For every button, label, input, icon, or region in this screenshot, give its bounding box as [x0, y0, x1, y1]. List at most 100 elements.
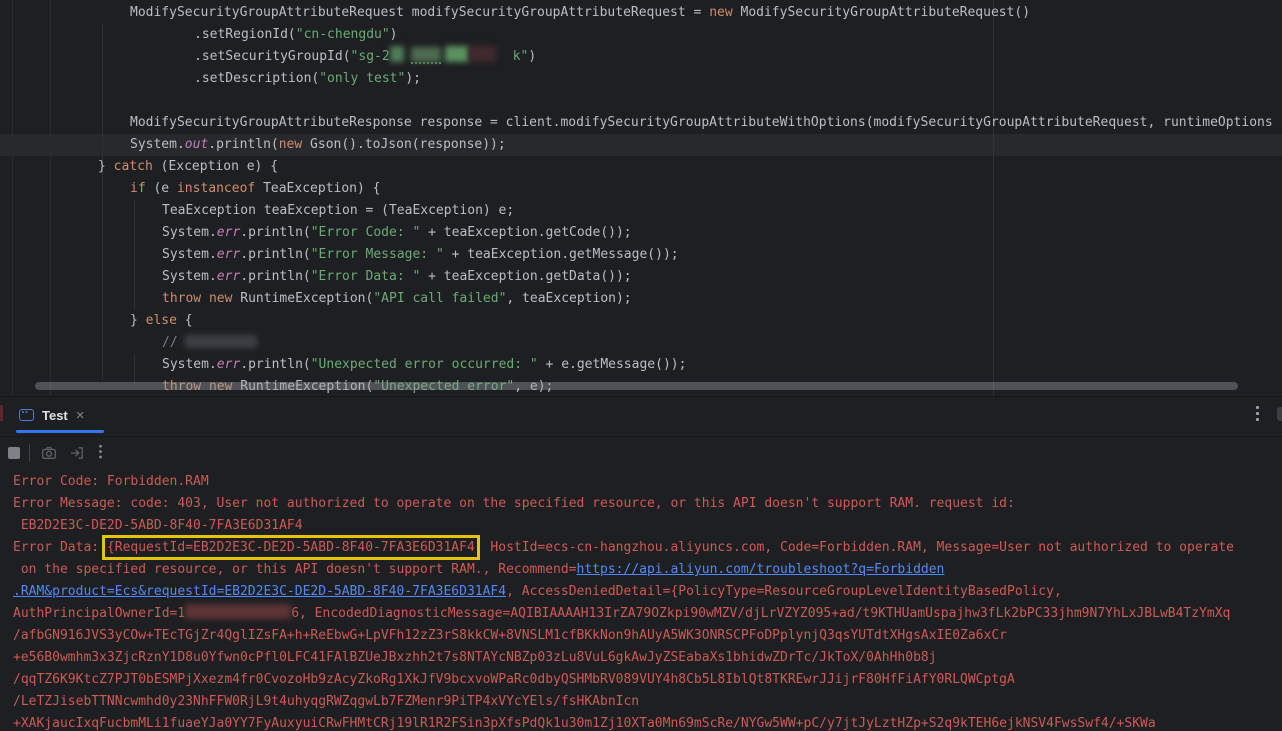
text-segment: EB2D2E3C-DE2D-5ABD-8F40-7FA3E6D31AF4 — [13, 518, 303, 533]
import-test-results-icon[interactable] — [68, 444, 85, 461]
text-segment: +XAKjaucIxqFucbmMLi1fuaeYJa0YY7FyAuxyuiC… — [13, 716, 1156, 731]
text-segment: "API call failed" — [373, 291, 507, 306]
code-line: System.err.println("Error Data: " + teaE… — [0, 266, 1282, 288]
run-tool-window: Test × Error Code: Forbidden.RAM Error Me… — [0, 396, 1282, 731]
run-console-icon — [19, 409, 34, 421]
text-segment: "Error Message: " — [310, 247, 444, 262]
code-line: if (e instanceof TeaException) { — [0, 178, 1282, 200]
text-segment: /LeTZJisebTTNNcwmhd0y23NhFFW0RjL9t4uhyqg… — [13, 694, 640, 709]
code-line: } else { — [0, 310, 1282, 332]
console-line: Error Data: {RequestId=EB2D2E3C-DE2D-5AB… — [13, 535, 1282, 560]
text-segment: + e.getMessage()); — [537, 357, 687, 372]
text-segment: ); — [405, 71, 421, 86]
console-line: on the specified resource, or this API d… — [13, 559, 1282, 581]
text-segment: err — [216, 247, 241, 262]
text-segment: new — [278, 137, 303, 152]
text-segment: System. — [162, 247, 217, 262]
text-segment: if — [130, 181, 146, 196]
code-line: // — [0, 332, 1282, 354]
text-segment: "only test" — [319, 71, 406, 86]
editor-horizontal-scrollbar[interactable] — [35, 382, 1238, 390]
more-options-icon[interactable] — [1256, 406, 1259, 423]
redacted-blur-underlined — [410, 47, 441, 64]
active-tab-indicator — [16, 430, 104, 433]
text-segment: ModifySecurityGroupAttributeRequest modi… — [130, 5, 710, 20]
toolbar-divider — [29, 443, 30, 462]
text-segment: RuntimeException( — [232, 291, 374, 306]
text-segment: .setDescription( — [194, 71, 320, 86]
text-segment: "Unexpected error occurred: " — [310, 357, 538, 372]
code-editor[interactable]: ModifySecurityGroupAttributeRequest modi… — [0, 0, 1282, 396]
console-line: +e56B0wmhm3x3ZjcRznY1D8u0Yfwn0cPfl0LFC41… — [13, 647, 1282, 669]
text-segment: { — [176, 313, 193, 328]
console-line: /afbGN916JVS3yCOw+TEcTGjZr4QglIZsFA+h+Re… — [13, 625, 1282, 647]
text-segment: instanceof — [176, 181, 256, 196]
redacted-blur — [185, 604, 292, 619]
console-line: EB2D2E3C-DE2D-5ABD-8F40-7FA3E6D31AF4 — [13, 515, 1282, 537]
console-toolbar — [0, 436, 1282, 468]
text-segment: // — [162, 335, 186, 350]
console-lines: Error Code: Forbidden.RAM Error Message: … — [13, 471, 1282, 731]
code-line: System.err.println("Error Code: " + teaE… — [0, 222, 1282, 244]
text-segment: /qqTZ6K9KtcZ7PJT0bESMPjXxezm4fr0CvozoHb9… — [13, 672, 1015, 687]
text-segment: .setSecurityGroupId( — [194, 49, 351, 64]
text-segment: System. — [162, 225, 217, 240]
text-segment: , teaException); — [506, 291, 632, 306]
text-segment: /afbGN916JVS3yCOw+TEcTGjZr4QglIZsFA+h+Re… — [13, 628, 1007, 643]
more-options-icon[interactable] — [99, 444, 102, 460]
console-line: /LeTZJisebTTNNcwmhd0y23NhFFW0RjL9t4uhyqg… — [13, 691, 1282, 713]
text-segment: out — [184, 137, 209, 152]
tab-label: Test — [42, 407, 68, 423]
text-segment: 6, EncodedDiagnosticMessage=AQIBIAAAAH13… — [291, 606, 1231, 621]
text-segment: } — [130, 313, 146, 328]
text-segment: .println( — [240, 269, 311, 284]
console-line: AuthPrincipalOwnerId=1 6, EncodedDiagnost… — [13, 603, 1282, 625]
close-icon[interactable]: × — [76, 408, 85, 423]
code-line: ModifySecurityGroupAttributeResponse res… — [0, 112, 1282, 134]
text-segment: err — [216, 225, 241, 240]
run-tabstrip: Test × — [0, 397, 1282, 436]
console-link[interactable]: .RAM&product=Ecs&requestId=EB2D2E3C-DE2D… — [13, 584, 506, 599]
text-segment: "cn-chengdu" — [295, 27, 390, 42]
text-segment: new — [208, 291, 233, 306]
stop-button[interactable] — [8, 446, 20, 459]
console-line: Error Message: code: 403, User not autho… — [13, 493, 1282, 515]
clipped-icon — [0, 405, 3, 421]
text-segment: , AccessDeniedDetail={PolicyType=Resourc… — [506, 584, 1062, 599]
screenshot-icon[interactable] — [40, 444, 57, 461]
code-line: .setRegionId("cn-chengdu") — [0, 24, 1282, 46]
text-segment: (e — [145, 181, 177, 196]
text-segment: TeaException teaException = (TeaExceptio… — [162, 203, 515, 218]
text-segment: "sg-2 — [350, 49, 390, 64]
text-segment: ) — [528, 49, 537, 64]
code-line: } catch (Exception e) { — [0, 156, 1282, 178]
text-segment — [201, 291, 209, 306]
text-segment: .setRegionId( — [194, 27, 296, 42]
tab-test[interactable]: Test × — [17, 397, 87, 433]
text-segment: .println( — [240, 357, 311, 372]
hide-panel-icon[interactable] — [1277, 407, 1282, 421]
text-segment: throw — [162, 291, 202, 306]
highlighted-request-id: {RequestId=EB2D2E3C-DE2D-5ABD-8F40-7FA3E… — [101, 535, 480, 560]
text-segment: ) — [389, 27, 398, 42]
redacted-blur — [444, 46, 469, 62]
code-line: System.out.println(new Gson().toJson(res… — [0, 134, 1282, 156]
code-line: TeaException teaException = (TeaExceptio… — [0, 200, 1282, 222]
code-line: .setDescription("only test"); — [0, 68, 1282, 90]
text-segment: .println( — [240, 225, 311, 240]
redacted-blur — [410, 47, 441, 62]
text-segment: .println( — [208, 137, 279, 152]
redacted-blur — [468, 46, 496, 62]
text-segment: + teaException.getMessage()); — [443, 247, 679, 262]
text-segment: "Error Data: " — [310, 269, 421, 284]
text-segment: .println( — [240, 247, 311, 262]
console-output[interactable]: Error Code: Forbidden.RAM Error Message: … — [0, 468, 1282, 731]
text-segment: err — [216, 357, 241, 372]
code-lines: ModifySecurityGroupAttributeRequest modi… — [0, 2, 1282, 396]
text-segment: Error Data: — [13, 540, 107, 555]
console-link[interactable]: https://api.aliyun.com/troubleshoot?q=Fo… — [577, 562, 945, 577]
console-line: /qqTZ6K9KtcZ7PJT0bESMPjXxezm4fr0CvozoHb9… — [13, 669, 1282, 691]
text-segment: catch — [113, 159, 153, 174]
text-segment: ModifySecurityGroupAttributeRequest() — [732, 5, 1031, 20]
